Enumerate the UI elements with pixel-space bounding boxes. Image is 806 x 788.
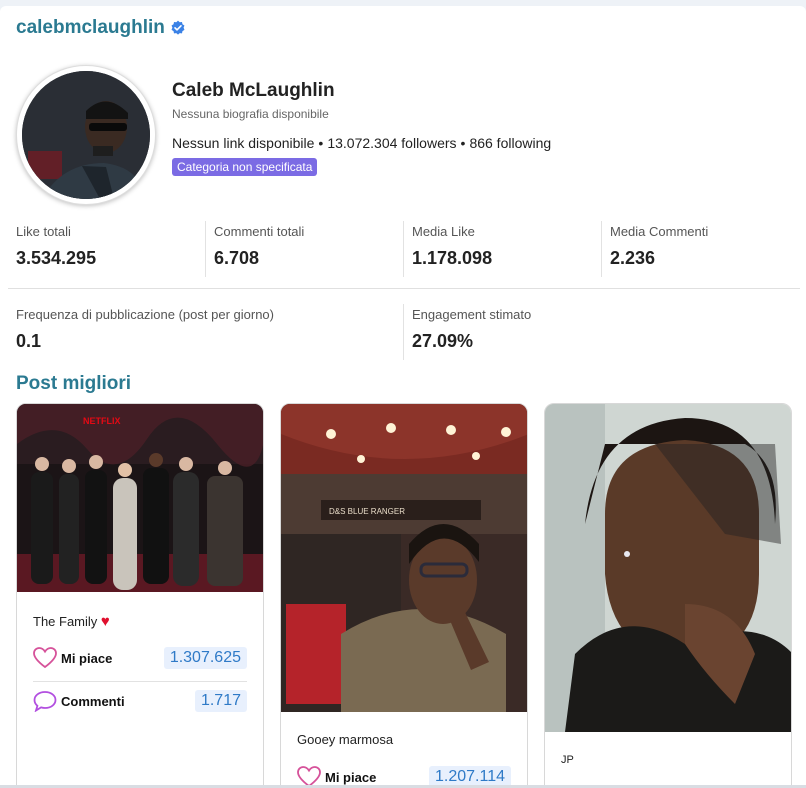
likes-label: Mi piace [325,769,377,785]
metric-label: Engagement stimato [412,307,532,322]
metric-post-frequency: Frequenza di pubblicazione (post per gio… [16,307,274,352]
handle-row: calebmclaughlin [16,17,186,39]
divider [601,221,602,277]
likes-row: Mi piace 1.307.625 [33,647,247,669]
category-badge: Categoria non specificata [172,158,318,176]
post-image[interactable]: D&S BLUE RANGER [281,404,527,712]
followers-count: 13.072.304 followers [327,135,457,151]
divider [205,221,206,277]
post-card[interactable]: JP [544,403,792,788]
divider [403,304,404,360]
comments-count: 1.717 [194,690,247,712]
metric-total-comments: Commenti totali 6.708 [214,224,304,269]
profile-bio: Nessuna biografia disponibile [172,107,329,121]
metric-value: 2.236 [610,248,656,268]
metric-avg-likes: Media Like 1.178.098 [412,224,492,269]
svg-text:D&S BLUE RANGER: D&S BLUE RANGER [329,507,405,516]
metric-label: Like totali [16,224,71,239]
profile-handle[interactable]: calebmclaughlin [16,17,165,39]
svg-text:NETFLIX: NETFLIX [83,416,121,426]
comments-row: Commenti 1.717 [33,690,247,712]
metric-label: Frequenza di pubblicazione (post per gio… [16,307,274,322]
post-card[interactable]: D&S BLUE RANGER Gooey marmosa Mi piace 1… [280,403,528,788]
post-image[interactable]: NETFLIX [17,404,263,592]
metric-label: Commenti totali [214,224,305,239]
profile-name: Caleb McLaughlin [172,80,335,101]
section-divider [8,288,800,289]
metric-value: 27.09% [412,331,474,351]
metric-value: 6.708 [214,248,260,268]
metric-avg-comments: Media Commenti 2.236 [610,224,708,269]
metric-value: 1.178.098 [412,248,493,268]
metric-total-likes: Like totali 3.534.295 [16,224,96,269]
post-caption: JP [561,754,574,766]
profile-link: Nessun link disponibile [172,135,315,151]
profile-card: calebmclaughlin Caleb McLaughlin Nessuna… [0,6,806,788]
likes-count: 1.307.625 [163,647,247,669]
caption-text: The Family [33,614,98,629]
speech-bubble-icon [33,691,57,712]
metric-value: 0.1 [16,331,42,351]
metric-value: 3.534.295 [16,248,97,268]
post-caption: Gooey marmosa [297,732,394,747]
avatar-image [22,71,150,199]
divider [33,681,247,682]
post-card[interactable]: NETFLIX The Family ♥ Mi piace 1.307.625 … [16,403,264,788]
profile-stats-line: Nessun link disponibile • 13.072.304 follo… [172,135,552,151]
avatar [16,65,156,205]
verified-badge-icon [171,20,185,35]
post-image[interactable] [545,404,791,732]
divider [403,221,404,277]
following-count: 866 following [469,135,552,151]
heart-outline-icon [33,647,57,669]
metric-engagement: Engagement stimato 27.09% [412,307,531,352]
metric-label: Media Like [412,224,475,239]
comments-label: Commenti [61,693,125,709]
red-heart-icon: ♥ [100,613,110,630]
metric-label: Media Commenti [610,224,709,239]
section-title: Post migliori [16,373,132,394]
post-caption: The Family ♥ [33,613,110,630]
likes-label: Mi piace [61,650,113,666]
